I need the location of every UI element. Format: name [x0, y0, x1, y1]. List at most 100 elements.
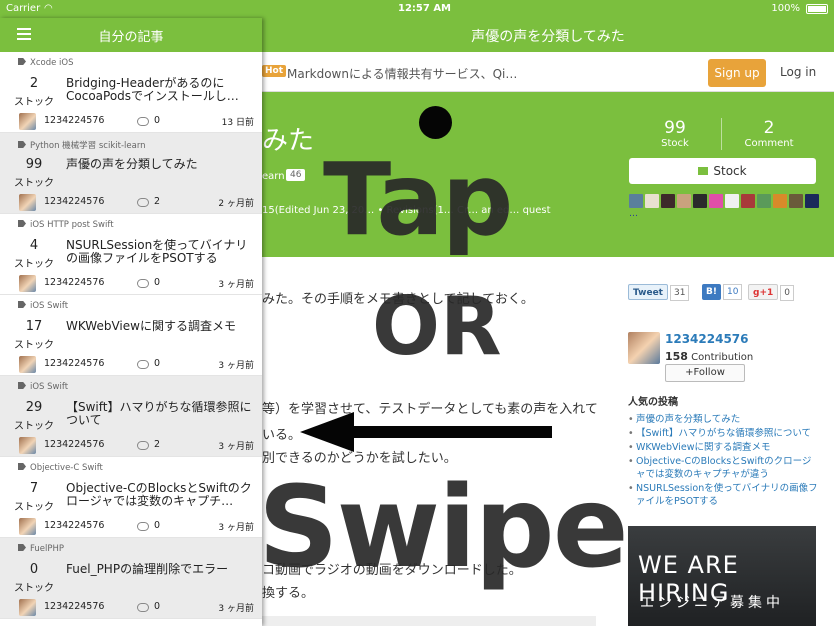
comment-icon	[137, 198, 149, 207]
stocker-avatar[interactable]	[693, 194, 707, 208]
item-comment-count: 0	[154, 358, 161, 369]
carrier-label: Carrier	[6, 3, 41, 14]
article-list-item[interactable]: iOS HTTP post Swift 4 ストック NSURLSessionを…	[0, 214, 262, 295]
author-name[interactable]: 1234224576	[665, 332, 749, 346]
stockers-avatars	[629, 194, 819, 210]
drawer-header: 自分の記事	[0, 18, 262, 52]
gplus-button[interactable]: g+1	[748, 284, 779, 300]
gplus-share[interactable]: g+1 0	[748, 284, 794, 301]
item-title: WKWebViewに関する調査メモ	[66, 320, 236, 333]
stock-button[interactable]: Stock	[629, 158, 816, 184]
signup-button[interactable]: Sign up	[708, 59, 766, 87]
body-line: 別できるのかどうかを試したい。	[262, 451, 457, 466]
item-tags-label: iOS Swift	[30, 382, 69, 392]
hatena-count: 10	[722, 284, 743, 300]
body-line: みた。その手順をメモ書きとして記しておく。	[262, 292, 534, 307]
site-header: Hot Markdownによる情報共有サービス、Qi… Sign up Log …	[262, 52, 834, 92]
item-avatar	[19, 356, 36, 373]
item-stock-label: ストック	[14, 178, 54, 189]
item-stock-count: 2	[29, 76, 39, 91]
stocker-avatar[interactable]	[709, 194, 723, 208]
battery-icon	[806, 4, 828, 14]
stocker-avatar[interactable]	[629, 194, 643, 208]
item-stock-label: ストック	[14, 97, 54, 108]
item-user: 1234224576	[44, 520, 105, 531]
author-contribution: 158 Contribution	[665, 350, 753, 363]
stocker-avatar[interactable]	[661, 194, 675, 208]
popular-post-link[interactable]: WKWebViewに関する調査メモ	[628, 441, 818, 454]
item-date: 3 ヶ月前	[218, 361, 254, 371]
item-avatar	[19, 599, 36, 616]
popular-post-link[interactable]: 【Swift】ハマりがちな循環参照について	[628, 427, 818, 440]
item-stock-count: 17	[25, 319, 43, 334]
item-stock-label: ストック	[14, 502, 54, 513]
hiring-banner[interactable]: WE ARE HIRING エンジニア募集中	[628, 526, 816, 626]
hatena-share[interactable]: B! 10	[702, 284, 743, 300]
article-list-item[interactable]: FuelPHP 0 ストック Fuel_PHPの論理削除でエラー 1234224…	[0, 538, 262, 619]
article-list-item[interactable]: Xcode iOS 2 ストック Bridging-HeaderがあるのにCoc…	[0, 52, 262, 133]
article-tag-count: 46	[286, 169, 306, 181]
tweet-share[interactable]: Tweet 31	[628, 284, 690, 301]
login-link[interactable]: Log in	[780, 65, 816, 79]
popular-posts-heading: 人気の投稿	[628, 397, 678, 408]
item-tags: Objective-C Swift	[18, 463, 103, 473]
stocker-avatar[interactable]	[741, 194, 755, 208]
follow-button[interactable]: +Follow	[665, 364, 745, 382]
item-date: 3 ヶ月前	[218, 280, 254, 290]
stocker-avatar[interactable]	[645, 194, 659, 208]
stat-divider	[721, 118, 722, 150]
clock: 12:57 AM	[398, 3, 452, 14]
comment-icon	[137, 117, 149, 126]
stocker-avatar[interactable]	[805, 194, 819, 208]
item-title: Bridging-HeaderがあるのにCocoaPodsでインストールし…	[66, 77, 239, 103]
item-tags-label: iOS HTTP post Swift	[30, 220, 114, 230]
item-title: 【Swift】ハマりがちな循環参照について	[66, 401, 252, 427]
item-stock-count: 4	[29, 238, 39, 253]
item-tags-label: FuelPHP	[30, 544, 65, 554]
item-title: Fuel_PHPの論理削除でエラー	[66, 563, 229, 576]
item-comment-count: 2	[154, 196, 161, 207]
item-user: 1234224576	[44, 115, 105, 126]
article-tag[interactable]: earn	[262, 171, 285, 182]
side-drawer: 自分の記事 Xcode iOS 2 ストック Bridging-Headerがあ…	[0, 18, 262, 626]
hatena-button[interactable]: B!	[702, 284, 721, 300]
item-tags-label: iOS Swift	[30, 301, 69, 311]
hot-link[interactable]: Markdownによる情報共有サービス、Qi…	[287, 65, 517, 82]
page-title: 声優の声を分類してみた	[471, 29, 625, 45]
author-avatar[interactable]	[628, 332, 660, 364]
item-stock-label: ストック	[14, 583, 54, 594]
comment-stat: 2 Comment	[724, 118, 814, 149]
item-stock-label: ストック	[14, 259, 54, 270]
stocker-avatar[interactable]	[757, 194, 771, 208]
tag-icon	[18, 301, 26, 308]
hot-badge: Hot	[262, 65, 287, 77]
comment-icon	[137, 441, 149, 450]
item-tags-label: Objective-C Swift	[30, 463, 103, 473]
article-list-item[interactable]: iOS Swift 29 ストック 【Swift】ハマりがちな循環参照について …	[0, 376, 262, 457]
item-user: 1234224576	[44, 439, 105, 450]
popular-post-link[interactable]: 声優の声を分類してみた	[628, 413, 818, 426]
article-list-item[interactable]: iOS Swift 17 ストック WKWebViewに関する調査メモ 1234…	[0, 295, 262, 376]
tag-icon	[18, 220, 26, 227]
contribution-label: Contribution	[691, 352, 754, 363]
item-tags: Python 機械学習 scikit-learn	[18, 139, 146, 151]
contribution-count: 158	[665, 350, 688, 363]
item-stock-count: 0	[29, 562, 39, 577]
popular-post-link[interactable]: Objective-CのBlocksとSwiftのクロージャでは変数のキャプチャ…	[628, 455, 818, 481]
item-stock-count: 7	[29, 481, 39, 496]
popular-post-link[interactable]: NSURLSessionを使ってバイナリの画像ファイルをPSOTする	[628, 482, 818, 508]
article-list-item[interactable]: Python 機械学習 scikit-learn 99 ストック 声優の声を分類…	[0, 133, 262, 214]
item-title: NSURLSessionを使ってバイナリの画像ファイルをPSOTする	[66, 239, 248, 265]
item-comment-count: 2	[154, 439, 161, 450]
stocker-avatar[interactable]	[789, 194, 803, 208]
stockers-more[interactable]: …	[629, 209, 638, 219]
stocker-avatar[interactable]	[773, 194, 787, 208]
tag-icon	[18, 463, 26, 470]
gplus-count: 0	[780, 285, 794, 301]
article-list-item[interactable]: Objective-C Swift 7 ストック Objective-CのBlo…	[0, 457, 262, 538]
item-comment-count: 0	[154, 277, 161, 288]
stocker-avatar[interactable]	[725, 194, 739, 208]
stocker-avatar[interactable]	[677, 194, 691, 208]
item-date: 13 日前	[221, 118, 254, 128]
tweet-button[interactable]: Tweet	[628, 284, 668, 300]
